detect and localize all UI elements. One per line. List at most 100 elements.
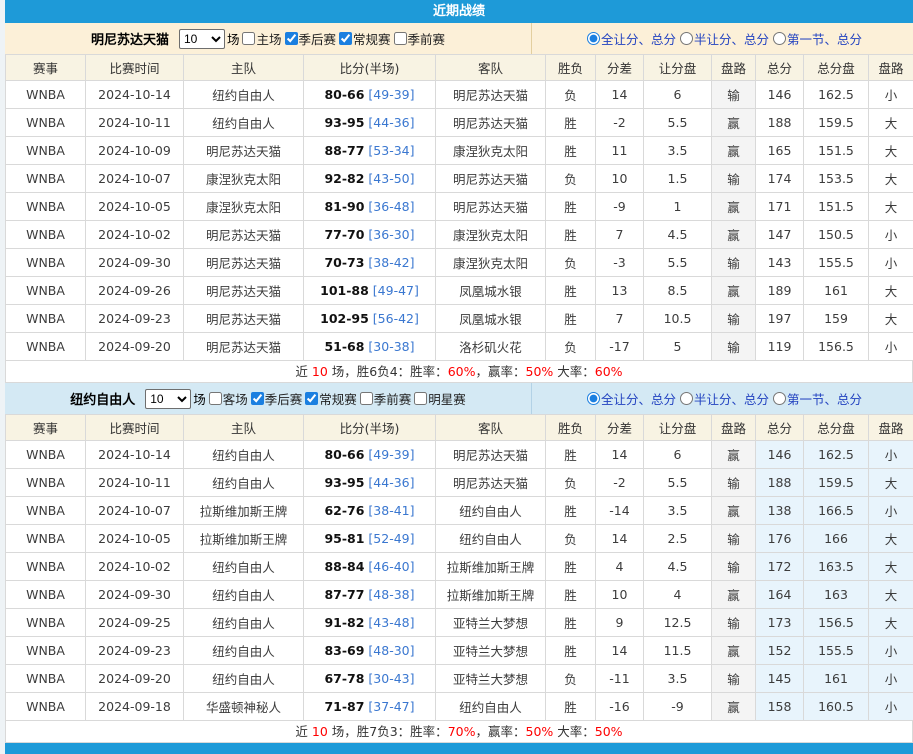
games-count-select[interactable]: 10	[179, 29, 225, 49]
filter-checkbox-1[interactable]	[285, 32, 298, 45]
cell-score: 67-78 [30-43]	[304, 665, 436, 693]
cell-handicap-outcome: 赢	[712, 137, 756, 165]
cell-league: WNBA	[6, 525, 86, 553]
cell-handicap-outcome: 赢	[712, 581, 756, 609]
filter-checkbox-0[interactable]	[209, 392, 222, 405]
cell-score: 92-82 [43-50]	[304, 165, 436, 193]
summary-stat-value: 50%	[526, 724, 554, 739]
cell-score: 62-76 [38-41]	[304, 497, 436, 525]
half-time-score: [43-48]	[364, 615, 414, 630]
column-header-0: 赛事	[6, 55, 86, 81]
half-time-score: [30-38]	[364, 339, 414, 354]
cell-total-points: 171	[756, 193, 804, 221]
table-row: WNBA2024-10-05康涅狄克太阳81-90 [36-48]明尼苏达天猫胜…	[6, 193, 913, 221]
mode-radio-2[interactable]	[773, 392, 786, 405]
summary-stat-value: 50%	[595, 724, 623, 739]
cell-point-diff: 10	[596, 581, 644, 609]
cell-point-diff: 11	[596, 137, 644, 165]
filter-checkbox-2[interactable]	[305, 392, 318, 405]
column-header-11: 盘路	[869, 415, 913, 441]
table-row: WNBA2024-10-11纽约自由人93-95 [44-36]明尼苏达天猫负-…	[6, 469, 913, 497]
cell-league: WNBA	[6, 693, 86, 721]
cell-total-line: 155.5	[804, 637, 869, 665]
cell-total-points: 172	[756, 553, 804, 581]
cell-home-team: 明尼苏达天猫	[184, 221, 304, 249]
mode-radio-0[interactable]	[587, 32, 600, 45]
results-table: 赛事比赛时间主队比分(半场)客队胜负分差让分盘盘路总分总分盘盘路WNBA2024…	[5, 54, 913, 361]
table-row: WNBA2024-09-23纽约自由人83-69 [48-30]亚特兰大梦想胜1…	[6, 637, 913, 665]
table-row: WNBA2024-10-07康涅狄克太阳92-82 [43-50]明尼苏达天猫负…	[6, 165, 913, 193]
filter-checkbox-0[interactable]	[242, 32, 255, 45]
cell-away-team: 明尼苏达天猫	[436, 441, 546, 469]
cell-handicap-outcome: 赢	[712, 693, 756, 721]
cell-result: 负	[546, 81, 596, 109]
filter-checkbox-label: 客场	[223, 389, 248, 408]
cell-result: 胜	[546, 637, 596, 665]
cell-handicap: 8.5	[644, 277, 712, 305]
summary-stat-value: 50%	[526, 364, 554, 379]
half-time-score: [53-34]	[364, 143, 414, 158]
half-time-score: [48-30]	[364, 643, 414, 658]
summary-text: 场，胜7负3：胜率：	[328, 724, 448, 739]
cell-away-team: 康涅狄克太阳	[436, 137, 546, 165]
cell-home-team: 康涅狄克太阳	[184, 193, 304, 221]
mode-radio-label: 全让分、总分	[601, 29, 676, 48]
cell-score: 101-88 [49-47]	[304, 277, 436, 305]
cell-date: 2024-10-14	[86, 81, 184, 109]
cell-away-team: 明尼苏达天猫	[436, 109, 546, 137]
cell-handicap-outcome: 输	[712, 305, 756, 333]
filter-checkbox-1[interactable]	[251, 392, 264, 405]
summary-text: 大率：	[553, 724, 594, 739]
cell-league: WNBA	[6, 637, 86, 665]
half-time-score: [43-50]	[364, 171, 414, 186]
cell-total-outcome: 大	[869, 469, 913, 497]
cell-home-team: 华盛顿神秘人	[184, 693, 304, 721]
cell-total-points: 164	[756, 581, 804, 609]
cell-total-outcome: 大	[869, 193, 913, 221]
games-count-select[interactable]: 10	[145, 389, 191, 409]
full-time-score: 67-78	[324, 671, 364, 686]
cell-point-diff: 4	[596, 553, 644, 581]
column-header-6: 分差	[596, 55, 644, 81]
cell-total-points: 147	[756, 221, 804, 249]
mode-radio-1[interactable]	[680, 32, 693, 45]
column-header-7: 让分盘	[644, 415, 712, 441]
filter-checkbox-label: 季前赛	[374, 389, 412, 408]
cell-away-team: 凤凰城水银	[436, 305, 546, 333]
cell-total-outcome: 小	[869, 693, 913, 721]
mode-radio-0[interactable]	[587, 392, 600, 405]
games-unit-label: 场	[193, 389, 206, 408]
cell-total-points: 146	[756, 81, 804, 109]
mode-radio-1[interactable]	[680, 392, 693, 405]
column-header-9: 总分	[756, 55, 804, 81]
cell-handicap: 1.5	[644, 165, 712, 193]
summary-text: ，赢率：	[475, 724, 525, 739]
full-time-score: 88-77	[324, 143, 364, 158]
cell-score: 87-77 [48-38]	[304, 581, 436, 609]
cell-total-points: 173	[756, 609, 804, 637]
column-header-9: 总分	[756, 415, 804, 441]
filter-checkbox-2[interactable]	[339, 32, 352, 45]
full-time-score: 51-68	[324, 339, 364, 354]
bottom-bar	[5, 743, 913, 754]
filter-checkbox-3[interactable]	[394, 32, 407, 45]
cell-away-team: 洛杉矶火花	[436, 333, 546, 361]
column-header-5: 胜负	[546, 55, 596, 81]
column-header-0: 赛事	[6, 415, 86, 441]
full-time-score: 81-90	[324, 199, 364, 214]
filter-checkbox-label: 季后赛	[299, 29, 337, 48]
cell-handicap-outcome: 赢	[712, 277, 756, 305]
filter-checkbox-4[interactable]	[414, 392, 427, 405]
cell-total-line: 156.5	[804, 333, 869, 361]
cell-league: WNBA	[6, 193, 86, 221]
cell-result: 胜	[546, 441, 596, 469]
column-header-2: 主队	[184, 55, 304, 81]
cell-total-line: 161	[804, 277, 869, 305]
summary-text: ，赢率：	[475, 364, 525, 379]
table-row: WNBA2024-10-09明尼苏达天猫88-77 [53-34]康涅狄克太阳胜…	[6, 137, 913, 165]
cell-date: 2024-10-14	[86, 441, 184, 469]
cell-date: 2024-09-23	[86, 637, 184, 665]
filter-checkbox-3[interactable]	[360, 392, 373, 405]
cell-away-team: 亚特兰大梦想	[436, 665, 546, 693]
mode-radio-2[interactable]	[773, 32, 786, 45]
